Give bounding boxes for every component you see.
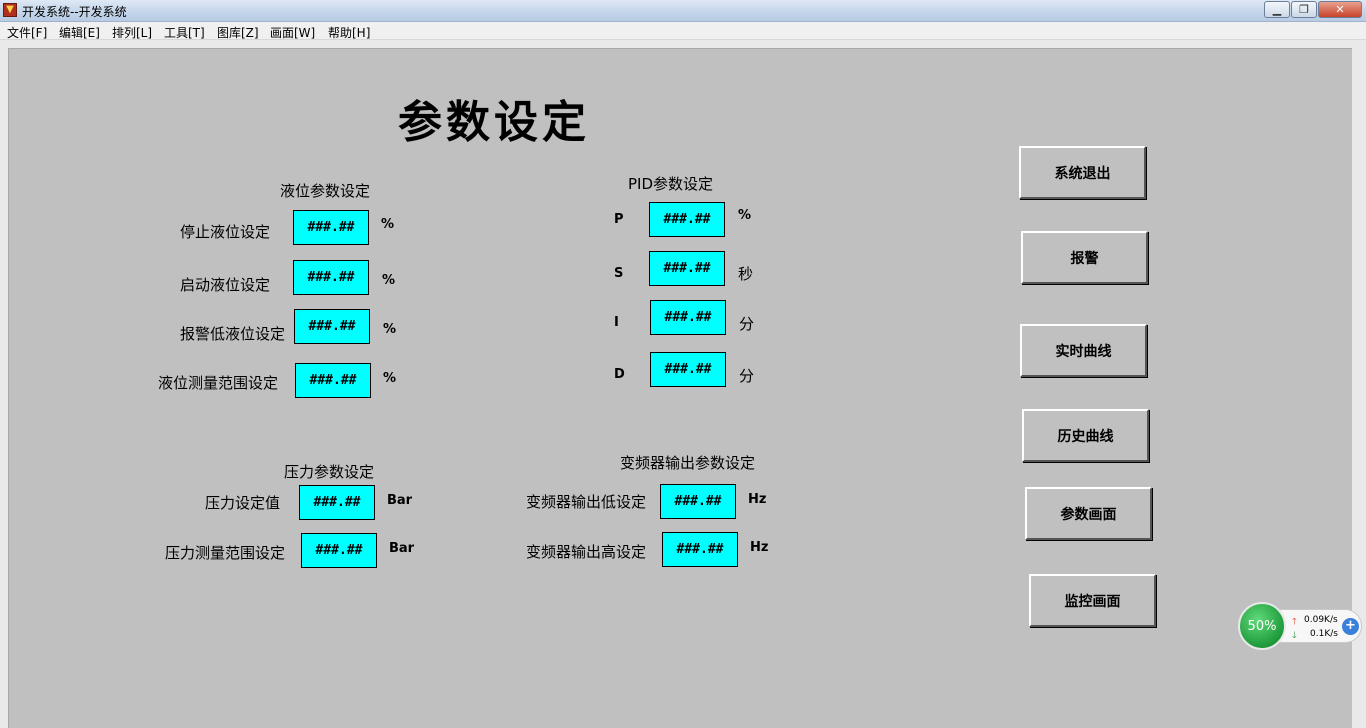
- menu-gallery[interactable]: 图库[Z]: [217, 24, 259, 41]
- upload-speed: 0.09K/s: [1304, 615, 1338, 625]
- alarm-low-level-unit: %: [383, 322, 397, 337]
- network-percent[interactable]: 50%: [1238, 602, 1286, 650]
- alarm-low-level-label: 报警低液位设定: [180, 325, 286, 343]
- menu-edit[interactable]: 编辑[E]: [59, 24, 100, 41]
- restore-button[interactable]: ❐: [1291, 1, 1317, 18]
- pid-i-input[interactable]: [650, 300, 726, 335]
- pid-p-unit: %: [738, 208, 752, 223]
- stop-level-unit: %: [381, 217, 395, 232]
- menu-screen[interactable]: 画面[W]: [270, 24, 315, 41]
- alarm-low-level-input[interactable]: [294, 309, 370, 344]
- pid-d-label: D: [614, 367, 625, 382]
- window-titlebar: ▼ 开发系统--开发系统 ▁ ❐ ✕: [0, 0, 1366, 22]
- app-icon[interactable]: ▼: [3, 3, 17, 17]
- pid-p-input[interactable]: [649, 202, 725, 237]
- menu-arrange[interactable]: 排列[L]: [112, 24, 152, 41]
- monitor-screen-button[interactable]: 监控画面: [1029, 574, 1156, 627]
- start-level-label: 启动液位设定: [180, 276, 271, 294]
- alarm-button[interactable]: 报警: [1021, 231, 1148, 284]
- start-level-unit: %: [382, 273, 396, 288]
- vfd-low-label: 变频器输出低设定: [526, 493, 647, 511]
- parameter-screen-button[interactable]: 参数画面: [1025, 487, 1152, 540]
- frame-top: [0, 40, 1366, 48]
- pid-p-label: P: [614, 212, 624, 227]
- pid-i-unit: 分: [739, 315, 755, 333]
- level-range-input[interactable]: [295, 363, 371, 398]
- window-title: 开发系统--开发系统: [22, 5, 127, 19]
- frame-left: [0, 48, 8, 728]
- network-speed-widget[interactable]: 50% 🡑 0.09K/s 🡓 0.1K/s +: [1238, 602, 1363, 650]
- pid-i-label: I: [614, 315, 619, 330]
- pressure-section-title: 压力参数设定: [284, 463, 375, 481]
- level-range-unit: %: [383, 371, 397, 386]
- pressure-range-label: 压力测量范围设定: [165, 544, 286, 562]
- pressure-range-unit: Bar: [389, 541, 415, 556]
- vfd-high-label: 变频器输出高设定: [526, 543, 647, 561]
- pid-d-input[interactable]: [650, 352, 726, 387]
- system-exit-button[interactable]: 系统退出: [1019, 146, 1146, 199]
- menu-tools[interactable]: 工具[T]: [164, 24, 205, 41]
- menu-bar: 文件[F] 编辑[E] 排列[L] 工具[T] 图库[Z] 画面[W] 帮助[H…: [0, 22, 1366, 40]
- pressure-setpoint-input[interactable]: [299, 485, 375, 520]
- start-level-input[interactable]: [293, 260, 369, 295]
- menu-file[interactable]: 文件[F]: [7, 24, 47, 41]
- realtime-curve-button[interactable]: 实时曲线: [1020, 324, 1147, 377]
- stop-level-label: 停止液位设定: [180, 223, 271, 241]
- pressure-range-input[interactable]: [301, 533, 377, 568]
- vfd-high-input[interactable]: [662, 532, 738, 567]
- pressure-setpoint-label: 压力设定值: [205, 494, 281, 512]
- pid-section-title: PID参数设定: [628, 175, 714, 193]
- vfd-low-input[interactable]: [660, 484, 736, 519]
- pressure-setpoint-unit: Bar: [387, 493, 413, 508]
- vfd-low-unit: Hz: [748, 492, 767, 507]
- minimize-button[interactable]: ▁: [1264, 1, 1290, 18]
- pid-d-unit: 分: [739, 367, 755, 385]
- history-curve-button[interactable]: 历史曲线: [1022, 409, 1149, 462]
- vfd-high-unit: Hz: [750, 540, 769, 555]
- page-title: 参数设定: [398, 97, 590, 148]
- level-range-label: 液位测量范围设定: [158, 374, 279, 392]
- pid-s-label: S: [614, 266, 624, 281]
- level-section-title: 液位参数设定: [280, 182, 371, 200]
- menu-help[interactable]: 帮助[H]: [328, 24, 370, 41]
- download-arrow-icon: 🡓: [1292, 631, 1297, 641]
- pid-s-input[interactable]: [649, 251, 725, 286]
- pid-s-unit: 秒: [738, 265, 754, 283]
- window-controls: ▁ ❐ ✕: [1263, 1, 1362, 19]
- stop-level-input[interactable]: [293, 210, 369, 245]
- vfd-section-title: 变频器输出参数设定: [620, 454, 756, 472]
- plus-icon[interactable]: +: [1342, 618, 1359, 635]
- close-button[interactable]: ✕: [1318, 1, 1362, 18]
- download-speed: 0.1K/s: [1310, 629, 1338, 639]
